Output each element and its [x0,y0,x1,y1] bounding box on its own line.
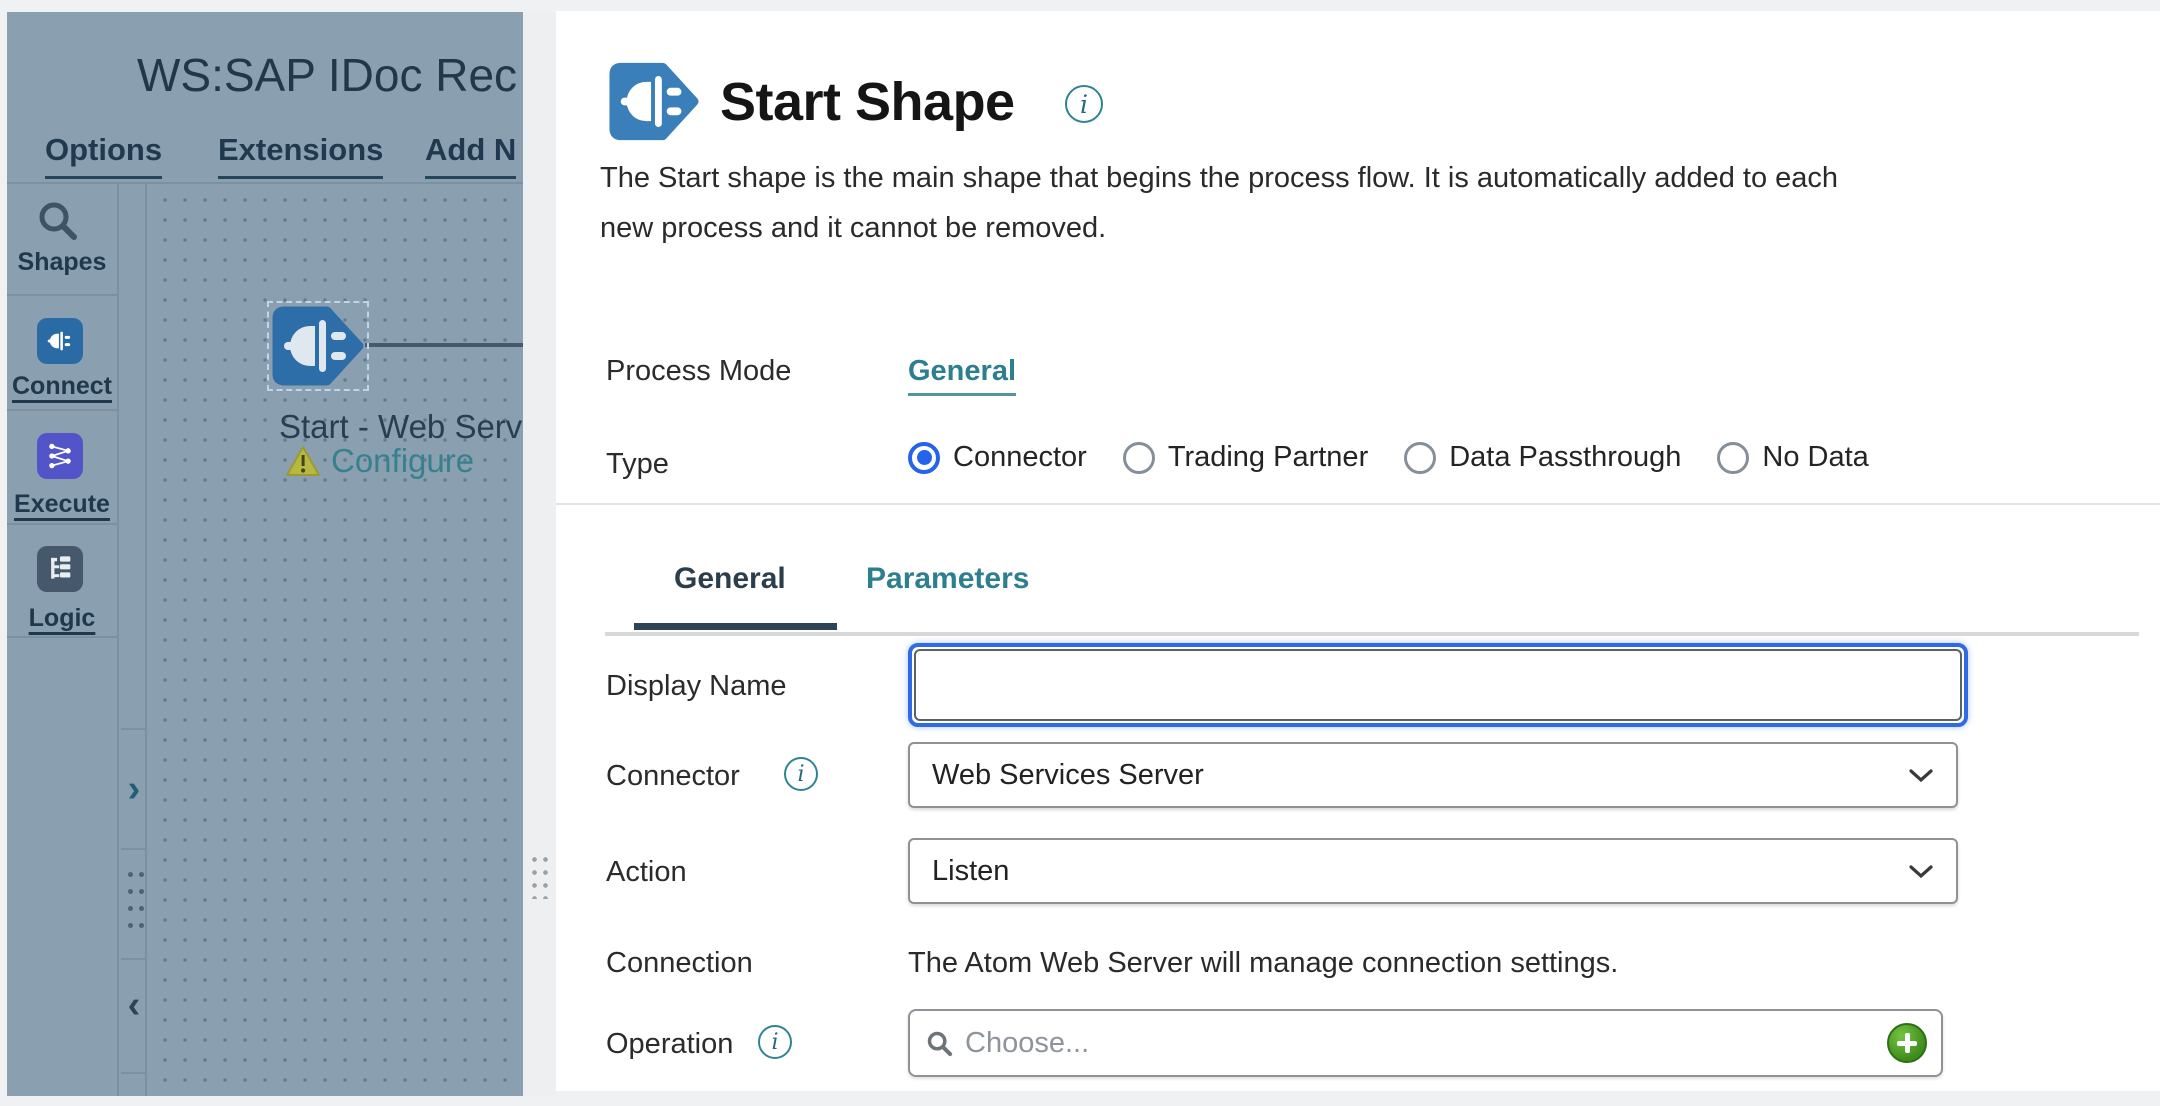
connector-select[interactable]: Web Services Server [908,742,1958,808]
logic-tree-icon [43,552,77,586]
radio-trading-partner[interactable]: Trading Partner [1123,441,1368,474]
dialog-description-line2: new process and it cannot be removed. [600,212,1106,245]
display-name-input[interactable] [914,649,1962,721]
panel-collapse-strip: › ‹ [121,184,147,1096]
chevron-left-icon[interactable]: ‹ [121,986,147,1024]
section-divider [556,503,2160,505]
operation-field [908,1009,1943,1077]
process-canvas-window: WS:SAP IDoc Rec Options Extensions Add N… [7,12,523,1096]
menu-item-extensions[interactable]: Extensions [218,132,383,179]
process-title: WS:SAP IDoc Rec [137,48,517,102]
display-name-field [908,643,1968,727]
action-label: Action [606,856,687,889]
operation-search-input[interactable] [963,1026,1887,1061]
connector-label: Connector [606,760,740,793]
tab-divider [605,632,2139,636]
display-name-label: Display Name [606,670,787,703]
type-radio-group: Connector Trading Partner Data Passthrou… [908,441,1869,474]
divider [7,636,117,638]
divider [7,523,117,525]
execute-button[interactable] [37,433,83,479]
dialog-gutter [523,12,556,1096]
screen: WS:SAP IDoc Rec Options Extensions Add N… [0,0,2160,1106]
tab-parameters[interactable]: Parameters [866,562,1029,596]
connect-button[interactable] [37,318,83,364]
start-shape-icon [608,60,700,143]
radio-connector[interactable]: Connector [908,441,1087,474]
radio-data-passthrough[interactable]: Data Passthrough [1404,441,1681,474]
connector-plug-icon [43,326,77,356]
process-mode-label: Process Mode [606,355,791,388]
start-shape-dialog: Start Shape i The Start shape is the mai… [556,11,2160,1091]
search-icon [926,1030,953,1057]
divider [7,294,117,296]
radio-no-data[interactable]: No Data [1717,441,1868,474]
sidebar-item-connect[interactable]: Connect [7,372,117,401]
connector-info-icon[interactable]: i [784,757,818,791]
divider [121,728,147,730]
start-shape-label: Start - Web Serv [279,408,522,446]
action-select[interactable]: Listen [908,838,1958,904]
menu-item-options[interactable]: Options [45,132,162,179]
operation-label: Operation [606,1028,733,1061]
tab-general[interactable]: General [674,562,786,596]
process-canvas[interactable]: Start - Web Serv Configure [149,184,523,1096]
add-operation-button[interactable] [1887,1023,1927,1063]
execute-branch-icon [43,439,77,473]
chevron-down-icon [1908,864,1934,879]
type-label: Type [606,448,669,481]
divider [121,1072,147,1074]
page-title: Start Shape [720,71,1015,133]
start-shape-icon [271,305,365,387]
dialog-description-line1: The Start shape is the main shape that b… [600,162,1838,195]
radio-button-selected-icon[interactable] [908,442,940,474]
connection-label: Connection [606,947,753,980]
warning-triangle-icon [285,445,321,477]
sidebar-item-execute[interactable]: Execute [7,490,117,519]
connection-note: The Atom Web Server will manage connecti… [908,947,1618,980]
drag-handle[interactable] [125,866,145,932]
process-mode-value-link[interactable]: General [908,355,1016,396]
divider [7,409,117,411]
flow-connector-line [365,343,523,347]
configure-link[interactable]: Configure [331,442,474,480]
logic-button[interactable] [37,546,83,592]
panel-resize-handle[interactable] [529,853,550,899]
menu-item-add[interactable]: Add N [425,132,516,179]
operation-info-icon[interactable]: i [758,1025,792,1059]
search-icon[interactable] [35,198,81,249]
radio-button-icon[interactable] [1717,442,1749,474]
divider [121,958,147,960]
radio-button-icon[interactable] [1404,442,1436,474]
active-tab-underline [634,623,837,630]
info-icon[interactable]: i [1065,85,1103,123]
divider [121,848,147,850]
chevron-down-icon [1908,768,1934,783]
shape-toolbar: Shapes Connect Execute [7,184,119,1096]
sidebar-item-shapes[interactable]: Shapes [7,248,117,277]
sidebar-item-logic[interactable]: Logic [7,604,117,633]
radio-button-icon[interactable] [1123,442,1155,474]
start-shape[interactable] [271,305,365,387]
chevron-right-icon[interactable]: › [121,770,147,808]
